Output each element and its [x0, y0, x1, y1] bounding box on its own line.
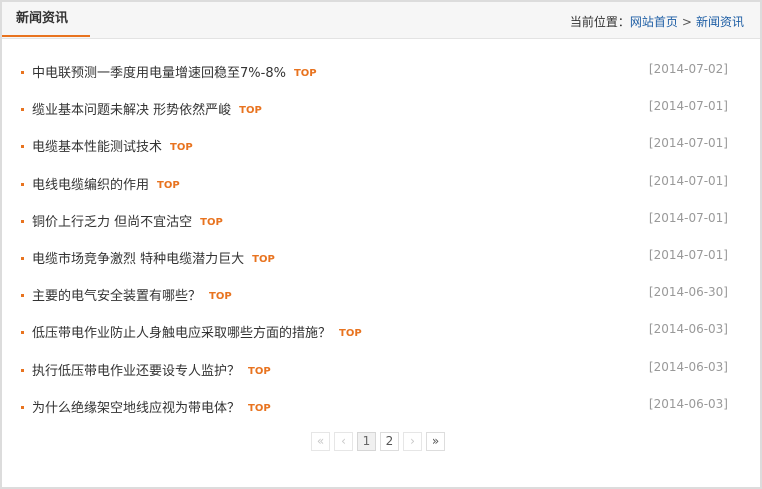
- breadcrumb: 当前位置：网站首页 > 新闻资讯: [570, 2, 744, 38]
- bullet-icon: [21, 368, 24, 372]
- news-title-link[interactable]: 低压带电作业防止人身触电应采取哪些方面的措施？ TOP: [32, 315, 362, 352]
- news-item: 电线电缆编织的作用 TOP [2014-07-01]: [2, 167, 760, 204]
- breadcrumb-separator: >: [681, 15, 692, 29]
- news-item: 缆业基本问题未解决 形势依然严峻 TOP [2014-07-01]: [2, 92, 760, 129]
- news-title: 主要的电气安全装置有哪些？: [32, 289, 202, 305]
- top-badge: TOP: [339, 328, 362, 340]
- news-title-link[interactable]: 铜价上行乏力 但尚不宜沽空 TOP: [32, 204, 223, 241]
- news-date: [2014-06-30]: [648, 285, 728, 300]
- page-1-button[interactable]: 1: [357, 432, 376, 451]
- news-date: [2014-07-01]: [648, 247, 728, 262]
- news-title-link[interactable]: 主要的电气安全装置有哪些？ TOP: [32, 278, 232, 315]
- news-item: 主要的电气安全装置有哪些？ TOP [2014-06-30]: [2, 278, 760, 315]
- news-title-link[interactable]: 缆业基本问题未解决 形势依然严峻 TOP: [32, 92, 262, 129]
- news-item: 为什么绝缘架空地线应视为带电体？ TOP [2014-06-03]: [2, 390, 760, 427]
- news-title-link[interactable]: 中电联预测一季度用电量增速回稳至7%-8% TOP: [32, 55, 317, 92]
- news-title: 电缆基本性能测试技术: [32, 140, 163, 156]
- top-badge: TOP: [248, 402, 271, 414]
- news-title: 缆业基本问题未解决 形势依然严峻: [32, 103, 232, 119]
- top-badge: TOP: [293, 68, 317, 79]
- top-badge: TOP: [200, 216, 223, 228]
- bullet-icon: [21, 256, 24, 260]
- news-title: 电线电缆编织的作用: [32, 177, 150, 193]
- news-panel: 新闻资讯 当前位置：网站首页 > 新闻资讯 中电联预测一季度用电量增速回稳至7%-8…: [0, 0, 762, 489]
- news-list: 中电联预测一季度用电量增速回稳至7%-8% TOP [2014-07-02] 缆业基本…: [2, 55, 760, 427]
- breadcrumb-current-link[interactable]: 新闻资讯: [696, 15, 744, 29]
- news-title: 执行低压带电作业还要设专人监护？: [32, 363, 241, 379]
- news-item: 执行低压带电作业还要设专人监护？ TOP [2014-06-03]: [2, 353, 760, 390]
- breadcrumb-prefix: 当前位置：: [569, 15, 630, 29]
- bullet-icon: [21, 405, 24, 409]
- top-badge: TOP: [209, 291, 232, 303]
- news-title: 为什么绝缘架空地线应视为带电体？: [32, 400, 241, 416]
- top-badge: TOP: [170, 142, 193, 154]
- page-2-button[interactable]: 2: [380, 432, 399, 451]
- panel-header: 新闻资讯 当前位置：网站首页 > 新闻资讯: [2, 2, 760, 39]
- bullet-icon: [21, 108, 24, 112]
- news-title: 电缆市场竞争激烈 特种电缆潜力巨大: [32, 251, 245, 267]
- panel-title: 新闻资讯: [2, 2, 90, 37]
- news-date: [2014-07-01]: [648, 99, 728, 114]
- news-date: [2014-07-01]: [648, 210, 728, 225]
- bullet-icon: [21, 331, 24, 335]
- bullet-icon: [21, 294, 24, 298]
- bullet-icon: [21, 145, 24, 149]
- prev-page-button[interactable]: ‹: [334, 432, 353, 451]
- news-title-link[interactable]: 电缆基本性能测试技术 TOP: [32, 129, 193, 166]
- news-title-link[interactable]: 电缆市场竞争激烈 特种电缆潜力巨大 TOP: [32, 241, 275, 278]
- news-date: [2014-06-03]: [648, 359, 728, 374]
- news-title-link[interactable]: 为什么绝缘架空地线应视为带电体？ TOP: [32, 390, 271, 427]
- pagination: «‹ 1 2 ›»: [311, 432, 449, 453]
- news-title-link[interactable]: 电线电缆编织的作用 TOP: [32, 167, 180, 204]
- bullet-icon: [21, 219, 24, 223]
- news-title-link[interactable]: 执行低压带电作业还要设专人监护？ TOP: [32, 353, 271, 390]
- top-badge: TOP: [157, 179, 180, 191]
- news-date: [2014-07-01]: [648, 173, 728, 188]
- news-date: [2014-06-03]: [648, 396, 728, 411]
- first-page-button[interactable]: «: [311, 432, 330, 451]
- top-badge: TOP: [239, 105, 262, 117]
- news-title: 低压带电作业防止人身触电应采取哪些方面的措施？: [32, 326, 332, 342]
- bullet-icon: [21, 182, 24, 186]
- news-item: 低压带电作业防止人身触电应采取哪些方面的措施？ TOP [2014-06-03]: [2, 315, 760, 352]
- news-title: 中电联预测一季度用电量增速回稳至7%-8%: [32, 66, 286, 81]
- news-item: 电缆基本性能测试技术 TOP [2014-07-01]: [2, 129, 760, 166]
- news-title: 铜价上行乏力 但尚不宜沽空: [32, 214, 193, 230]
- news-item: 电缆市场竞争激烈 特种电缆潜力巨大 TOP [2014-07-01]: [2, 241, 760, 278]
- news-item: 中电联预测一季度用电量增速回稳至7%-8% TOP [2014-07-02]: [2, 55, 760, 92]
- breadcrumb-home-link[interactable]: 网站首页: [630, 15, 678, 29]
- news-date: [2014-07-01]: [648, 136, 728, 151]
- last-page-button[interactable]: »: [426, 432, 445, 451]
- top-badge: TOP: [248, 365, 271, 377]
- news-date: [2014-07-02]: [648, 62, 728, 76]
- news-item: 铜价上行乏力 但尚不宜沽空 TOP [2014-07-01]: [2, 204, 760, 241]
- top-badge: TOP: [252, 253, 275, 265]
- bullet-icon: [21, 71, 24, 74]
- next-page-button[interactable]: ›: [403, 432, 422, 451]
- news-date: [2014-06-03]: [648, 322, 728, 337]
